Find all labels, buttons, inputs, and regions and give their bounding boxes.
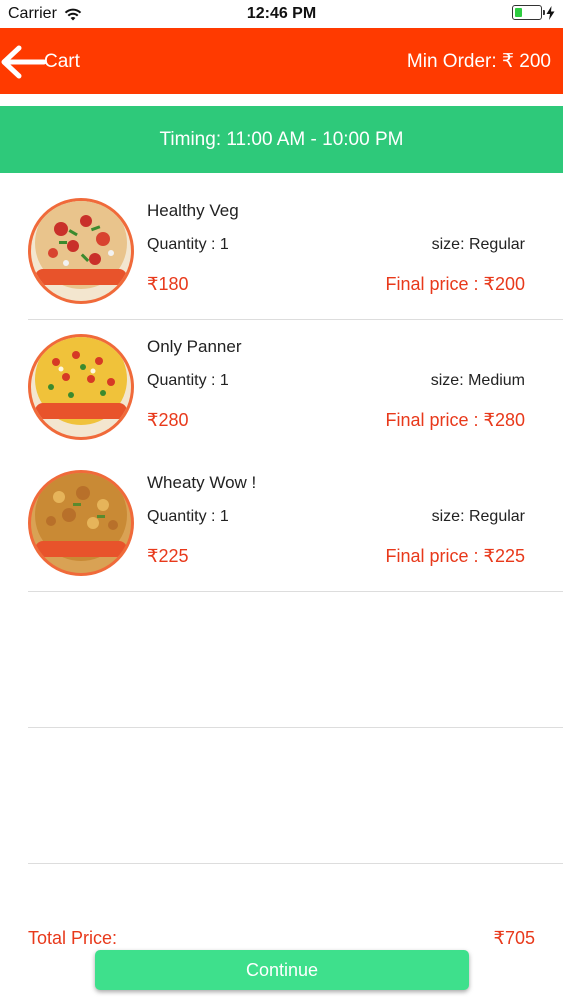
item-name: Wheaty Wow ! bbox=[147, 473, 257, 492]
battery-status bbox=[512, 5, 555, 20]
cart-item[interactable]: Healthy Veg Quantity : 1 size: Regular ₹… bbox=[0, 184, 563, 320]
timing-text: Timing: 11:00 AM - 10:00 PM bbox=[159, 128, 404, 150]
pizza-image bbox=[28, 334, 134, 440]
continue-button[interactable]: Continue bbox=[95, 950, 469, 990]
battery-level bbox=[515, 8, 523, 17]
battery-icon bbox=[512, 5, 545, 20]
empty-list-row bbox=[0, 592, 563, 728]
pizza-image bbox=[28, 470, 134, 576]
pizza-image-graphic bbox=[31, 337, 131, 437]
cart-item[interactable]: Wheaty Wow ! Quantity : 1 size: Regular … bbox=[0, 456, 563, 592]
item-name: Healthy Veg bbox=[147, 201, 239, 220]
back-button[interactable]: Cart bbox=[0, 42, 92, 82]
pizza-image-graphic bbox=[31, 473, 131, 573]
item-price: ₹225 bbox=[147, 546, 189, 566]
app-header: Cart Min Order: ₹ 200 bbox=[0, 28, 563, 94]
cart-item-list: Healthy Veg Quantity : 1 size: Regular ₹… bbox=[0, 184, 563, 864]
timing-banner: Timing: 11:00 AM - 10:00 PM bbox=[0, 106, 563, 173]
page-title: Cart bbox=[44, 51, 80, 72]
pizza-image bbox=[28, 198, 134, 304]
item-name: Only Panner bbox=[147, 337, 242, 356]
pizza-image-graphic bbox=[31, 201, 131, 301]
item-price: ₹180 bbox=[147, 274, 189, 294]
item-size: size: Regular bbox=[431, 236, 525, 253]
item-price: ₹280 bbox=[147, 410, 189, 430]
min-order-label: Min Order: ₹ 200 bbox=[406, 51, 551, 72]
bolt-icon bbox=[546, 5, 555, 20]
item-quantity: Quantity : 1 bbox=[147, 236, 229, 253]
cart-item[interactable]: Only Panner Quantity : 1 size: Medium ₹2… bbox=[0, 320, 563, 456]
item-final-price: Final price : ₹280 bbox=[385, 410, 525, 430]
item-final-price: Final price : ₹200 bbox=[385, 274, 525, 294]
arrow-left-icon bbox=[1, 45, 46, 79]
item-final-price: Final price : ₹225 bbox=[385, 546, 525, 566]
item-size: size: Medium bbox=[430, 372, 525, 389]
item-size: size: Regular bbox=[431, 508, 525, 525]
clock: 12:46 PM bbox=[246, 5, 317, 22]
total-price-label: Total Price: bbox=[28, 928, 118, 948]
item-quantity: Quantity : 1 bbox=[147, 508, 229, 525]
divider bbox=[28, 863, 563, 864]
status-bar: Carrier 12:46 PM bbox=[0, 0, 563, 28]
empty-list-row bbox=[0, 728, 563, 864]
total-price-value: ₹705 bbox=[493, 928, 535, 948]
item-quantity: Quantity : 1 bbox=[147, 372, 229, 389]
